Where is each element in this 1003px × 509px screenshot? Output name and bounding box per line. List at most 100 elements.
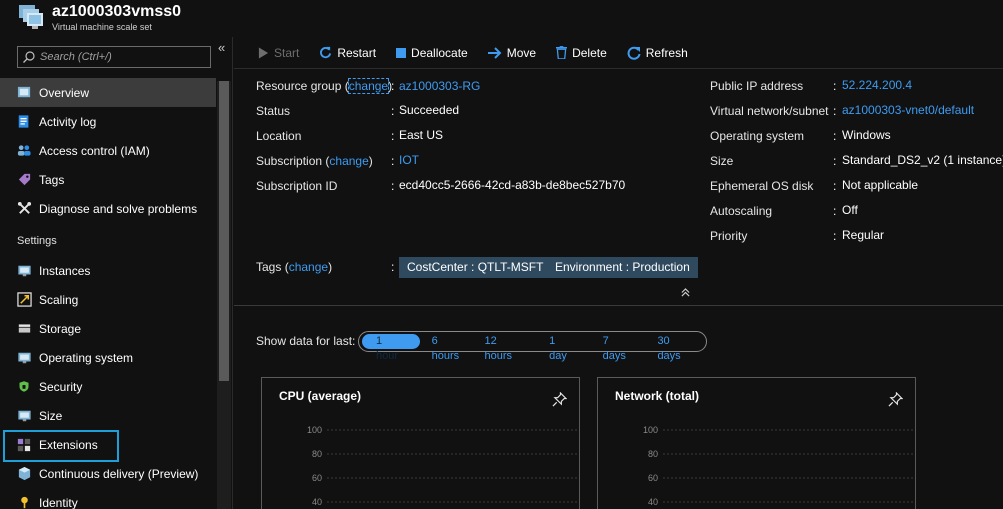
shield-icon — [16, 379, 32, 395]
time-option-12-hours[interactable]: 12 hours — [478, 334, 531, 362]
sidebar-scrollbar[interactable] — [217, 81, 231, 509]
subscription-link[interactable]: IOT — [399, 153, 419, 167]
collapse-sidebar-button[interactable]: « — [218, 40, 225, 55]
sidebar-item-continuous-delivery[interactable]: Continuous delivery (Preview) — [0, 459, 216, 488]
sidebar-item-label: Operating system — [39, 350, 134, 365]
y-tick: 100 — [643, 425, 658, 435]
public-ip-label: Public IP address — [710, 79, 804, 93]
main-content: Start Restart Deallocate Move Delete Ref… — [234, 37, 1003, 509]
y-tick: 80 — [312, 449, 322, 459]
sidebar-item-scaling[interactable]: Scaling — [0, 285, 216, 314]
resource-group-link[interactable]: az1000303-RG — [399, 79, 480, 93]
sidebar-item-diagnose[interactable]: Diagnose and solve problems — [0, 194, 216, 223]
priority-value: Regular — [842, 228, 885, 242]
page-title: az1000303vmss0 — [52, 3, 182, 20]
tag-chip[interactable]: Environment : Production — [547, 257, 698, 278]
colon: : — [833, 229, 837, 243]
deallocate-label: Deallocate — [411, 45, 468, 60]
autoscaling-value: Off — [842, 203, 858, 217]
start-button[interactable]: Start — [258, 46, 299, 60]
tag-icon — [16, 172, 32, 188]
status-value: Succeeded — [399, 103, 460, 117]
sidebar-item-label: Scaling — [39, 292, 79, 307]
sidebar-item-label: Access control (IAM) — [39, 143, 150, 158]
os-label: Operating system — [710, 129, 805, 143]
tag-chip[interactable]: CostCenter : QTLT-MSFT — [399, 257, 552, 278]
sidebar-item-tags[interactable]: Tags — [0, 165, 216, 194]
vnet-link[interactable]: az1000303-vnet0/default — [842, 103, 974, 117]
sidebar-item-identity[interactable]: Identity — [0, 488, 216, 509]
pin-icon[interactable] — [888, 392, 903, 407]
y-tick: 60 — [648, 473, 658, 483]
stop-icon — [396, 47, 407, 58]
chevron-up-icon — [681, 288, 690, 297]
wrench-icon — [16, 201, 32, 217]
iam-icon — [16, 143, 32, 159]
page-subtitle: Virtual machine scale set — [52, 22, 152, 32]
cpu-chart-grid: 100 80 60 40 — [307, 425, 579, 507]
delete-button[interactable]: Delete — [556, 46, 607, 60]
deallocate-button[interactable]: Deallocate — [396, 46, 468, 60]
time-option-1-day[interactable]: 1 day — [543, 334, 581, 362]
search-input[interactable] — [40, 48, 208, 66]
ephemeral-label: Ephemeral OS disk — [710, 179, 814, 193]
y-tick: 60 — [312, 473, 322, 483]
sidebar-item-size[interactable]: Size — [0, 401, 216, 430]
sidebar-item-security[interactable]: Security — [0, 372, 216, 401]
sidebar-item-label: Tags — [39, 172, 65, 187]
essentials-panel: Resource group (change) : az1000303-RG S… — [234, 70, 1003, 306]
colon: : — [391, 260, 395, 274]
move-button[interactable]: Move — [487, 46, 536, 60]
refresh-button[interactable]: Refresh — [627, 46, 688, 60]
search-icon — [23, 51, 35, 63]
trash-icon — [556, 46, 568, 59]
time-option-7-days[interactable]: 7 days — [597, 334, 640, 362]
time-option-1-hour[interactable]: 1 hour — [362, 334, 420, 362]
sidebar-item-extensions[interactable]: Extensions — [0, 430, 216, 462]
y-tick: 40 — [648, 497, 658, 507]
command-bar: Start Restart Deallocate Move Delete Ref… — [234, 37, 1003, 69]
colon: : — [833, 79, 837, 93]
sidebar-item-overview[interactable]: Overview — [0, 78, 216, 107]
change-subscription-link[interactable]: change — [329, 154, 368, 168]
change-tags-link[interactable]: change — [289, 260, 328, 274]
y-tick: 40 — [312, 497, 322, 507]
time-option-30-days[interactable]: 30 days — [651, 334, 700, 362]
time-range-selector: 1 hour 6 hours 12 hours 1 day 7 days 30 … — [358, 331, 707, 362]
network-chart-card[interactable]: Network (total) 100 80 60 40 — [597, 377, 916, 509]
sidebar-item-label: Size — [39, 408, 63, 423]
time-option-6-hours[interactable]: 6 hours — [426, 334, 473, 362]
sidebar-item-label: Continuous delivery (Preview) — [39, 466, 199, 481]
sidebar-item-activity-log[interactable]: Activity log — [0, 107, 216, 136]
delete-label: Delete — [572, 45, 607, 60]
resource-header: az1000303vmss0 Virtual machine scale set — [0, 0, 1003, 37]
sidebar-item-label: Overview — [39, 85, 90, 100]
resource-group-text: Resource group — [256, 79, 342, 93]
network-chart-grid: 100 80 60 40 — [643, 425, 915, 507]
refresh-icon — [627, 46, 641, 60]
arrow-right-icon — [487, 46, 502, 59]
sidebar-search[interactable] — [17, 46, 211, 68]
sidebar-item-label: Activity log — [39, 114, 97, 129]
collapse-essentials-button[interactable] — [681, 288, 690, 300]
overview-icon — [16, 85, 32, 101]
start-label: Start — [274, 45, 300, 60]
sidebar-item-operating-system[interactable]: Operating system — [0, 343, 216, 372]
sidebar-item-instances[interactable]: Instances — [0, 256, 216, 285]
restart-button[interactable]: Restart — [319, 46, 376, 60]
instances-icon — [16, 263, 32, 279]
pin-icon[interactable] — [552, 392, 567, 407]
vnet-label: Virtual network/subnet — [710, 104, 829, 118]
sidebar-item-storage[interactable]: Storage — [0, 314, 216, 343]
size-value: Standard_DS2_v2 (1 instance) — [842, 153, 1003, 167]
y-tick: 100 — [307, 425, 322, 435]
size-label: Size — [710, 154, 734, 168]
cpu-chart-card[interactable]: CPU (average) 100 80 60 40 — [261, 377, 580, 509]
size-icon — [16, 408, 32, 424]
sidebar-item-access-control[interactable]: Access control (IAM) — [0, 136, 216, 165]
change-resource-group-link[interactable]: change — [347, 78, 390, 94]
sidebar-item-label: Security — [39, 379, 83, 394]
scrollbar-thumb[interactable] — [219, 81, 229, 381]
restart-icon — [320, 46, 332, 59]
public-ip-link[interactable]: 52.224.200.4 — [842, 78, 912, 92]
